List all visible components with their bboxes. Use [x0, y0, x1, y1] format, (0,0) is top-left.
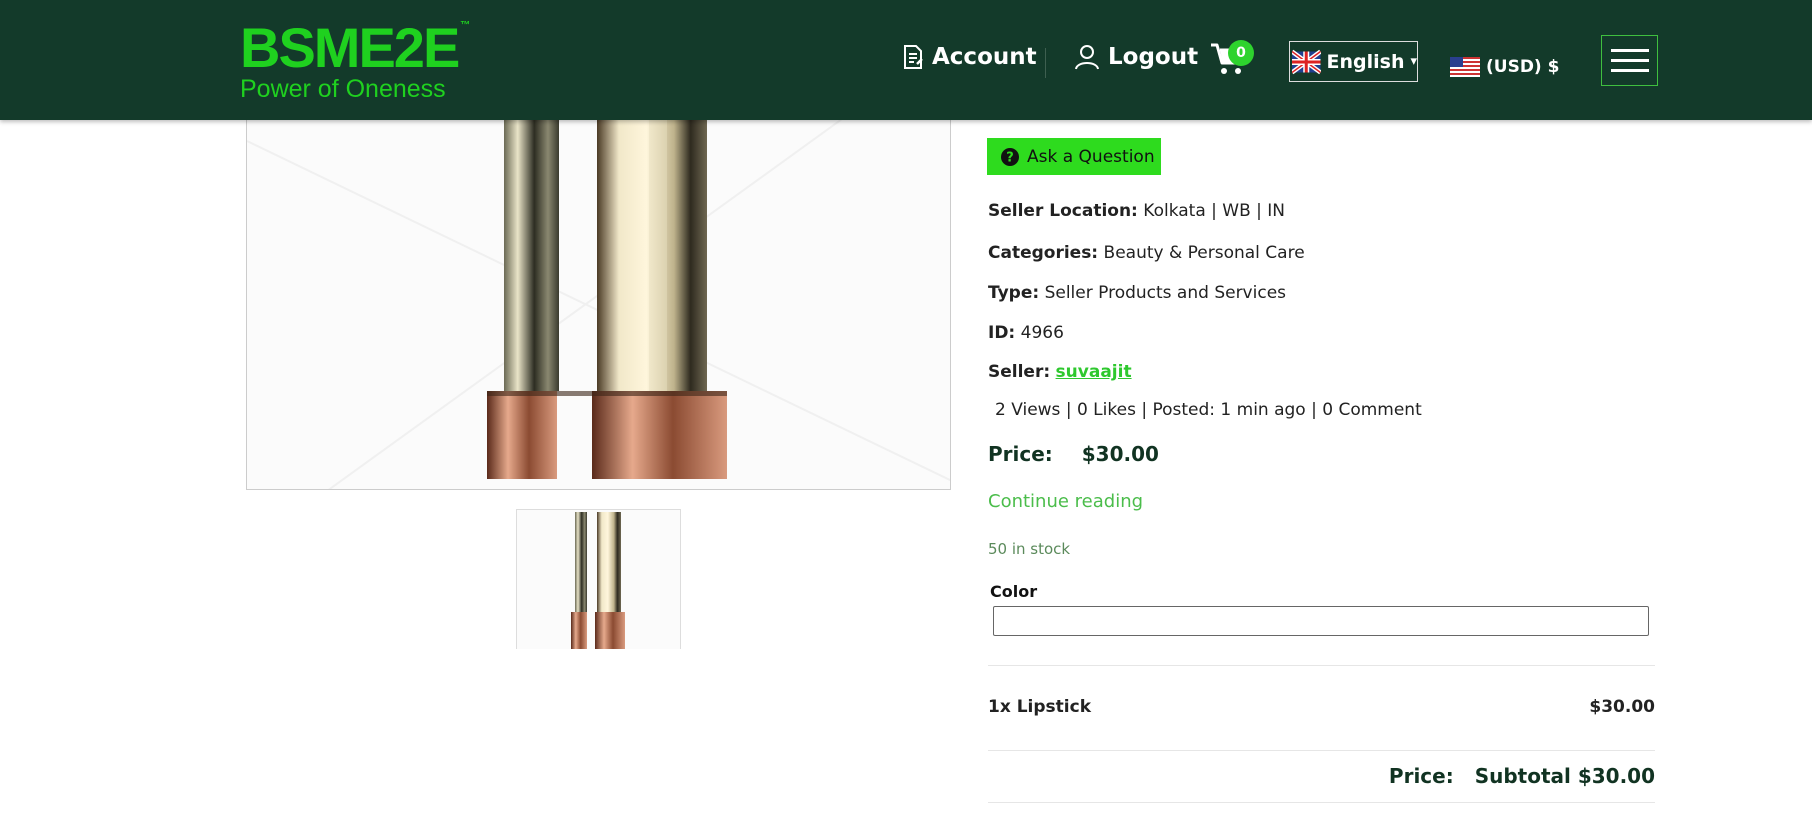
product-thumbnail[interactable] [516, 509, 681, 649]
categories-value[interactable]: Beauty & Personal Care [1104, 243, 1305, 263]
seller-link[interactable]: suvaajit [1056, 362, 1132, 382]
seller-location-value: Kolkata | WB | IN [1143, 201, 1286, 221]
site-logo[interactable]: BSME2E ™ Power of Oneness [240, 16, 471, 103]
seller-key: Seller: [988, 362, 1051, 382]
seller-location-key: Seller Location: [988, 201, 1138, 221]
seller-location-row: Seller Location: Kolkata | WB | IN [988, 201, 1285, 221]
chevron-down-icon: ▾ [1410, 54, 1417, 69]
price-key: Price: [988, 442, 1053, 466]
logout-label: Logout [1108, 44, 1199, 70]
hamburger-line [1610, 69, 1649, 72]
question-circle-icon: ? [1001, 147, 1019, 166]
lipstick-image [247, 101, 950, 489]
svg-text:?: ? [1006, 150, 1014, 165]
user-icon [1075, 45, 1099, 70]
site-header: BSME2E ™ Power of Oneness Account Logout… [0, 0, 1812, 120]
type-value: Seller Products and Services [1044, 283, 1287, 303]
categories-row: Categories: Beauty & Personal Care [988, 243, 1305, 263]
currency-label: (USD) $ [1486, 57, 1560, 77]
nav-separator [1045, 48, 1046, 78]
us-flag-icon [1450, 57, 1480, 77]
continue-reading-link[interactable]: Continue reading [988, 491, 1143, 512]
account-link[interactable]: Account [902, 44, 1037, 70]
type-row: Type: Seller Products and Services [988, 283, 1286, 303]
product-stats: 2 Views | 0 Likes | Posted: 1 min ago | … [995, 400, 1422, 420]
logo-trademark: ™ [460, 20, 471, 31]
price-value: $30.00 [1081, 442, 1159, 466]
id-value: 4966 [1020, 323, 1064, 343]
ask-question-label: Ask a Question [1027, 146, 1155, 167]
logo-text: BSME2E [240, 16, 460, 79]
ask-question-button[interactable]: ? Ask a Question [987, 138, 1161, 175]
logout-link[interactable]: Logout [1074, 44, 1198, 70]
language-selector[interactable]: English ▾ [1289, 41, 1418, 82]
categories-key: Categories: [988, 243, 1099, 263]
currency-selector[interactable]: (USD) $ [1450, 57, 1559, 77]
account-label: Account [932, 44, 1037, 70]
cart-count-badge: 0 [1228, 40, 1254, 66]
seller-row: Seller: suvaajit [988, 362, 1132, 382]
id-key: ID: [988, 323, 1016, 343]
logo-tagline: Power of Oneness [240, 75, 446, 103]
price-row: Price: $30.00 [988, 442, 1159, 466]
uk-flag-icon [1292, 49, 1321, 74]
lipstick-thumbnail-image [517, 510, 680, 649]
divider [988, 802, 1655, 803]
stock-status: 50 in stock [988, 540, 1071, 558]
color-field[interactable] [993, 606, 1649, 636]
type-key: Type: [988, 283, 1040, 303]
hamburger-line [1610, 59, 1649, 62]
summary-item-price: $30.00 [1589, 697, 1655, 717]
divider [988, 750, 1655, 751]
subtotal-label: Price: [1388, 764, 1454, 788]
hamburger-menu-button[interactable] [1601, 35, 1658, 86]
product-main-image[interactable] [246, 100, 951, 490]
divider [988, 665, 1655, 666]
hamburger-line [1610, 49, 1649, 52]
color-label: Color [990, 582, 1038, 601]
subtotal-row: Price: Subtotal $30.00 [1389, 764, 1655, 788]
subtotal-value: Subtotal $30.00 [1474, 764, 1655, 788]
language-label: English [1326, 50, 1405, 73]
id-row: ID: 4966 [988, 323, 1064, 343]
account-document-icon [904, 45, 923, 69]
summary-item-name: 1x Lipstick [988, 697, 1091, 717]
